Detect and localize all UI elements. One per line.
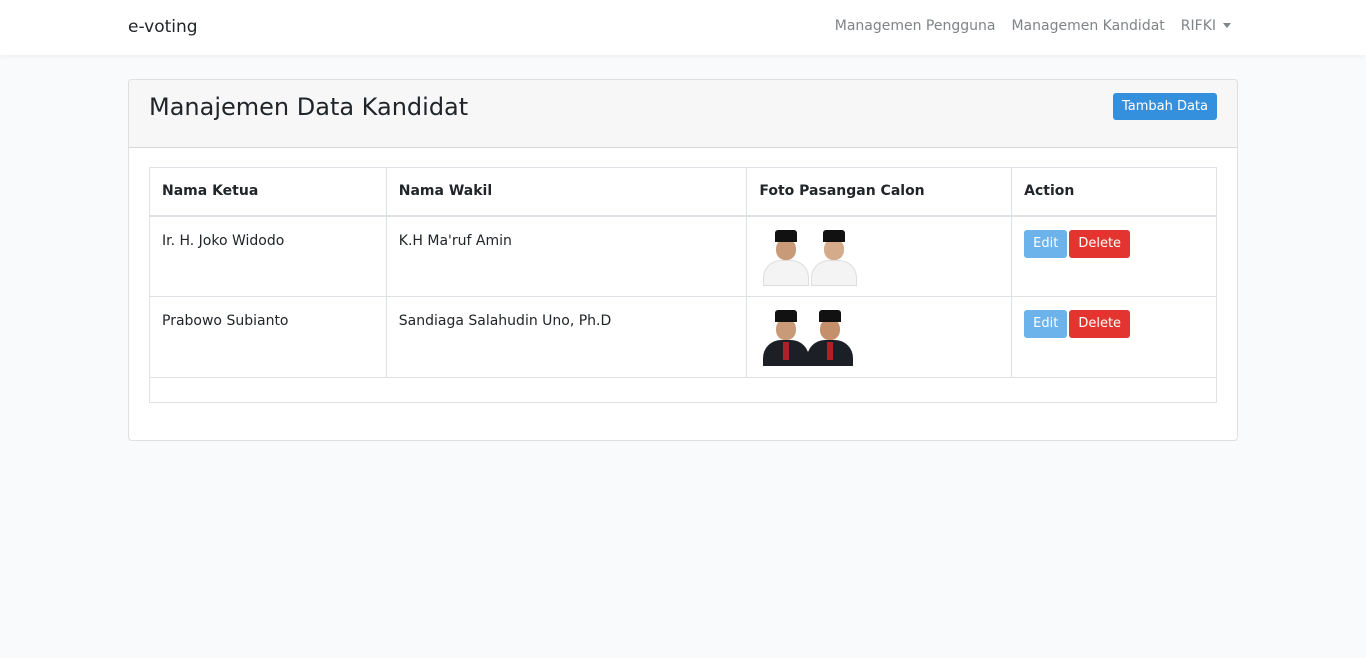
candidate-photo [759, 310, 862, 366]
person-figure [809, 229, 859, 286]
edit-button[interactable]: Edit [1024, 310, 1068, 338]
cell-foto [746, 296, 1013, 378]
delete-button[interactable]: Delete [1069, 229, 1131, 258]
cell-action: Edit Delete [1011, 296, 1217, 378]
edit-button[interactable]: Edit [1024, 229, 1068, 258]
cell-ketua: Ir. H. Joko Widodo [149, 215, 387, 297]
person-figure [805, 310, 855, 366]
header-foto: Foto Pasangan Calon [746, 167, 1013, 217]
nav-links: Managemen Pengguna Managemen Kandidat RI… [819, 18, 1231, 34]
nav-link-managemen-pengguna[interactable]: Managemen Pengguna [835, 18, 996, 34]
user-name: RIFKI [1180, 18, 1216, 34]
brand-link[interactable]: e-voting [128, 17, 198, 37]
person-figure [761, 310, 811, 366]
cell-wakil: K.H Ma'ruf Amin [385, 215, 748, 297]
add-data-button[interactable]: Tambah Data [1112, 93, 1217, 120]
card-header: Manajemen Data Kandidat Tambah Data [129, 80, 1237, 148]
candidate-table: Nama Ketua Nama Wakil Foto Pasangan Calo… [149, 167, 1217, 403]
person-figure [761, 229, 811, 286]
user-dropdown[interactable]: RIFKI [1181, 18, 1231, 34]
table-header-row: Nama Ketua Nama Wakil Foto Pasangan Calo… [149, 167, 1217, 217]
candidate-photo [759, 229, 862, 286]
table-empty-row [149, 377, 1217, 403]
header-nama-wakil: Nama Wakil [385, 167, 748, 217]
header-nama-ketua: Nama Ketua [149, 167, 387, 217]
page-title: Manajemen Data Kandidat [149, 93, 469, 121]
cell-foto [746, 215, 1013, 297]
candidate-card: Manajemen Data Kandidat Tambah Data Nama… [128, 79, 1238, 441]
cell-action: Edit Delete [1011, 215, 1217, 297]
caret-down-icon [1223, 22, 1231, 28]
delete-button[interactable]: Delete [1069, 310, 1131, 338]
top-navbar: e-voting Managemen Pengguna Managemen Ka… [0, 0, 1366, 55]
table-row: Ir. H. Joko Widodo K.H Ma'ruf Amin Edit D… [149, 215, 1217, 297]
cell-wakil: Sandiaga Salahudin Uno, Ph.D [385, 296, 748, 378]
nav-link-managemen-kandidat[interactable]: Managemen Kandidat [1011, 18, 1164, 34]
header-action: Action [1011, 167, 1217, 217]
table-row: Prabowo Subianto Sandiaga Salahudin Uno,… [149, 296, 1217, 378]
cell-ketua: Prabowo Subianto [149, 296, 387, 378]
